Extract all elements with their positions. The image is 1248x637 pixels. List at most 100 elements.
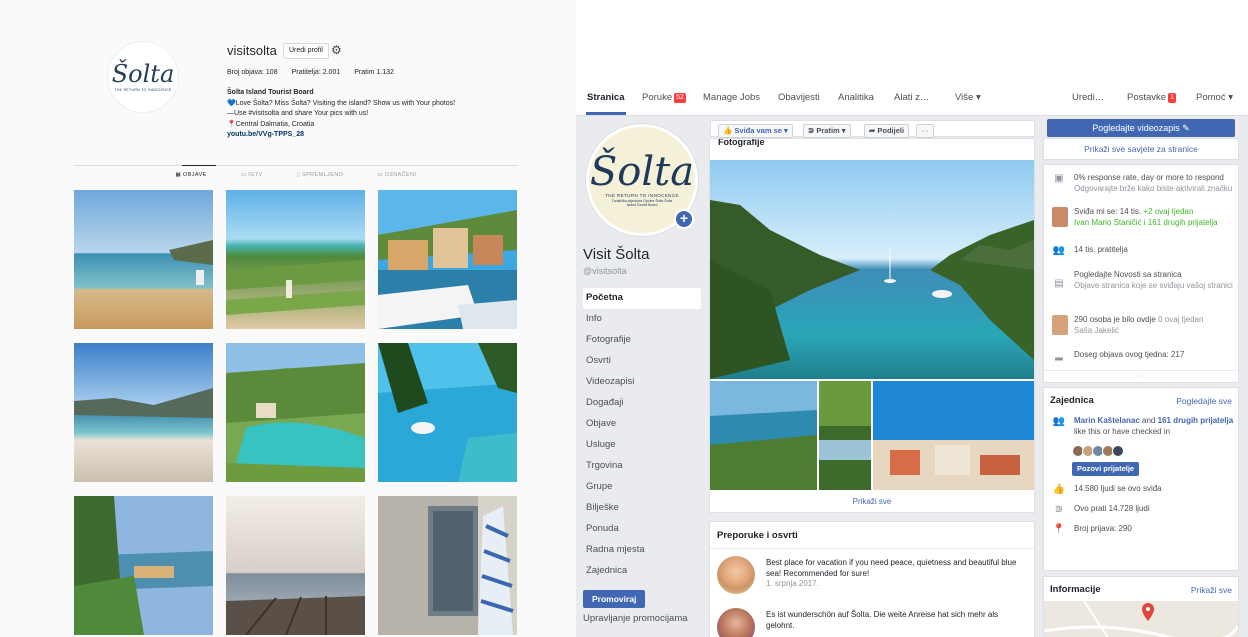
friend-photo xyxy=(1052,207,1068,227)
information-card: Informacije Prikaži sve xyxy=(1043,576,1239,637)
menu-item-notes[interactable]: Bilješke xyxy=(583,498,701,519)
logo-wordmark: Šolta xyxy=(111,60,175,88)
tab-tools[interactable]: Alati z… xyxy=(894,92,929,103)
community-header: Zajednica xyxy=(1050,395,1094,406)
reviewer-avatar[interactable] xyxy=(717,608,755,637)
add-photo-icon[interactable]: + xyxy=(674,209,694,229)
menu-item-events[interactable]: Događaji xyxy=(583,393,701,414)
cove-photo xyxy=(226,343,365,482)
community-see-all-link[interactable]: Pogledajte sve xyxy=(1176,396,1232,406)
left-sidebar: Šolta THE RETURN TO INNOCENCE Turistička… xyxy=(576,116,706,637)
post-thumbnail[interactable] xyxy=(378,496,517,635)
page-handle[interactable]: @visitsolta xyxy=(583,266,627,276)
tab-more[interactable]: Više ▾ xyxy=(955,92,981,103)
follow-button[interactable]: ⋑ Pratim ▾ xyxy=(803,124,851,138)
right-sidebar: Pogledajte videozapis ✎ Prikaži sve savj… xyxy=(1043,116,1248,637)
promote-button[interactable]: Promoviraj xyxy=(583,590,646,608)
reviewer-avatar[interactable] xyxy=(717,556,755,594)
tab-messages-label: Poruke xyxy=(642,92,673,103)
menu-item-services[interactable]: Usluge xyxy=(583,435,701,456)
review-date[interactable]: 1. srpnja 2017. xyxy=(766,579,1028,590)
post-thumbnail[interactable] xyxy=(226,496,365,636)
stone-door-photo xyxy=(378,496,517,635)
people-icon: 👥 xyxy=(1052,245,1066,256)
post-thumbnail[interactable] xyxy=(378,343,517,482)
visited-text: 290 osoba je bilo ovdje xyxy=(1074,315,1156,324)
visited-name[interactable]: Saša Jakelić xyxy=(1074,326,1234,337)
tab-tagged[interactable]: ▭ OZNAČENI xyxy=(377,172,416,178)
profile-tabs: ▦ OBJAVE ▭ IGTV ▯ SPREMLJENO ▭ OZNAČENI xyxy=(74,172,518,178)
watch-video-button[interactable]: Pogledajte videozapis ✎ xyxy=(1047,119,1235,137)
menu-item-home[interactable]: Početna xyxy=(583,288,701,309)
review-text: Es ist wunderschön auf Šolta. Die weite … xyxy=(766,610,1028,631)
page-tips-link[interactable]: Prikaži sve savjete za stranice xyxy=(1043,138,1239,160)
following-count[interactable]: Pratim 1.132 xyxy=(354,69,394,76)
logo-tagline: THE RETURN TO INNOCENCE xyxy=(114,88,172,92)
tab-igtv[interactable]: ▭ IGTV xyxy=(241,172,263,178)
menu-item-info[interactable]: Info xyxy=(583,309,701,330)
photo-collage[interactable] xyxy=(710,160,1034,490)
photos-show-all-link[interactable]: Prikaži sve xyxy=(710,497,1034,506)
share-button[interactable]: ➦ Podijeli xyxy=(864,124,910,138)
review-text: Best place for vacation if you need peac… xyxy=(766,558,1028,590)
tab-help[interactable]: Pomoć ▾ xyxy=(1196,92,1233,103)
post-thumbnail[interactable] xyxy=(74,496,213,635)
menu-item-groups[interactable]: Grupe xyxy=(583,477,701,498)
post-thumbnail[interactable] xyxy=(378,190,517,329)
bio-link[interactable]: youtu.be/VVg-TPPS_28 xyxy=(227,130,527,141)
tab-analytics[interactable]: Analitika xyxy=(838,92,874,103)
tab-messages[interactable]: Poruke 52 xyxy=(642,92,686,103)
tab-page[interactable]: Stranica xyxy=(587,92,625,103)
tab-notifications[interactable]: Obavijesti xyxy=(778,92,820,103)
menu-item-shop[interactable]: Trgovina xyxy=(583,456,701,477)
page-name[interactable]: Visit Šolta xyxy=(583,246,649,263)
post-thumbnail[interactable] xyxy=(74,343,213,482)
location-map[interactable] xyxy=(1044,601,1238,637)
likes-friends[interactable]: Ivan Mario Staničić i 161 drugih prijate… xyxy=(1074,218,1234,229)
likes-week: +2 ovaj tjedan xyxy=(1143,207,1194,216)
bio-line: —Use #visitsolta and share Your pics wit… xyxy=(227,110,369,117)
divider xyxy=(1044,370,1238,371)
followers-count[interactable]: Pratitelja: 2.001 xyxy=(292,69,341,76)
friend-avatars[interactable] xyxy=(1072,445,1124,457)
friends-count[interactable]: 161 drugih prijatelja xyxy=(1158,416,1234,425)
menu-item-posts[interactable]: Objave xyxy=(583,414,701,435)
menu-item-videos[interactable]: Videozapisi xyxy=(583,372,701,393)
more-dots[interactable]: ··· xyxy=(1044,373,1238,380)
profile-avatar[interactable]: Šolta THE RETURN TO INNOCENCE xyxy=(107,41,179,113)
manage-promotions-link[interactable]: Upravljanje promocijama xyxy=(583,613,688,624)
tab-edit[interactable]: Uredi… xyxy=(1072,92,1104,103)
like-button[interactable]: 👍 Sviđa vam se ▾ xyxy=(718,124,793,138)
tab-saved[interactable]: ▯ SPREMLJENO xyxy=(297,172,344,178)
invite-friends-button[interactable]: Pozovi prijatelje xyxy=(1072,462,1140,476)
checkins-total-text: Broj prijava: 290 xyxy=(1074,524,1132,533)
tab-manage-jobs[interactable]: Manage Jobs xyxy=(703,92,760,103)
post-thumbnail[interactable] xyxy=(226,343,365,482)
photos-header: Fotografije xyxy=(718,139,765,147)
menu-item-community[interactable]: Zajednica xyxy=(583,561,701,582)
menu-item-photos[interactable]: Fotografije xyxy=(583,330,701,351)
more-options-button[interactable]: ··· xyxy=(916,124,934,138)
post-thumbnail[interactable] xyxy=(74,190,213,329)
logo-subtitle: Turistička zajednica Općine Šolta Šolta … xyxy=(611,199,673,207)
bar-chart-icon: ▂ xyxy=(1055,350,1063,361)
edit-profile-button[interactable]: Uredi profil xyxy=(283,43,329,59)
visited-week: 0 ovaj tjedan xyxy=(1158,315,1204,324)
friend-name[interactable]: Marin Kaštelanac xyxy=(1074,416,1140,425)
review-body: Best place for vacation if you need peac… xyxy=(766,558,1017,578)
menu-item-reviews[interactable]: Osvrti xyxy=(583,351,701,372)
people-icon: 👥 xyxy=(1052,416,1066,427)
logo-wordmark: Šolta xyxy=(589,149,695,195)
username: visitsolta xyxy=(227,43,277,58)
post-thumbnail[interactable] xyxy=(226,190,365,329)
tab-settings[interactable]: Postavke 1 xyxy=(1127,92,1176,103)
gear-icon[interactable]: ⚙ xyxy=(331,44,343,56)
information-show-all-link[interactable]: Prikaži sve xyxy=(1191,585,1232,595)
menu-item-jobs[interactable]: Radna mjesta xyxy=(583,540,701,561)
pier-sunset-photo xyxy=(226,496,365,636)
menu-item-offers[interactable]: Ponuda xyxy=(583,519,701,540)
profile-stats: Broj objava: 108 Pratitelja: 2.001 Prati… xyxy=(227,69,394,76)
thumbs-up-icon: 👍 xyxy=(1052,484,1066,495)
response-rate-hint: Odgovarajte brže kako biste aktivirali z… xyxy=(1074,183,1233,193)
tab-posts[interactable]: ▦ OBJAVE xyxy=(176,172,207,178)
